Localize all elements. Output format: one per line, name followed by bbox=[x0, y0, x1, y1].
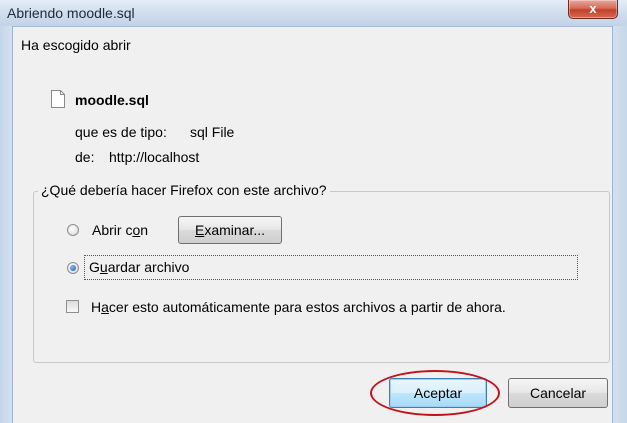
window-frame-right bbox=[612, 26, 627, 423]
save-file-label[interactable]: Guardar archivo bbox=[89, 259, 189, 275]
save-file-label-text: ardar archivo bbox=[107, 259, 190, 275]
save-file-accel-key: u bbox=[99, 259, 108, 275]
browse-accel-key: E bbox=[194, 222, 205, 238]
auto-action-label-head: H bbox=[91, 299, 102, 315]
dialog-window: Abriendo moodle.sql x Ha escogido abrir … bbox=[0, 0, 627, 423]
action-group-legend: ¿Qué debería hacer Firefox con este arch… bbox=[38, 182, 330, 198]
intro-text: Ha escogido abrir bbox=[21, 37, 131, 53]
auto-action-checkbox[interactable] bbox=[66, 300, 79, 313]
file-type-value: sql File bbox=[190, 124, 235, 140]
source-label: de: bbox=[75, 149, 95, 165]
file-type-label: que es de tipo: bbox=[75, 124, 167, 140]
file-name: moodle.sql bbox=[75, 92, 149, 108]
open-with-label[interactable]: Abrir con bbox=[92, 222, 148, 238]
file-icon bbox=[51, 90, 65, 108]
auto-action-label-text: cer esto automáticamente para estos arch… bbox=[108, 299, 506, 315]
accept-button[interactable]: Aceptar bbox=[389, 378, 487, 408]
window-title: Abriendo moodle.sql bbox=[7, 5, 135, 21]
accept-button-label: Aceptar bbox=[413, 385, 463, 401]
source-value: http://localhost bbox=[109, 149, 200, 165]
open-with-label-tail: n bbox=[140, 222, 149, 238]
auto-action-label[interactable]: Hacer esto automáticamente para estos ar… bbox=[91, 299, 506, 315]
browse-button-label: xaminar... bbox=[204, 222, 266, 238]
open-with-label-text: Abrir c bbox=[92, 222, 133, 238]
close-button[interactable]: x bbox=[568, 0, 618, 19]
open-with-radio[interactable] bbox=[67, 224, 79, 236]
cancel-button-label: Cancelar bbox=[529, 385, 587, 401]
close-icon: x bbox=[589, 1, 597, 16]
cancel-button[interactable]: Cancelar bbox=[508, 378, 608, 408]
save-file-label-head: G bbox=[89, 259, 100, 275]
title-bar[interactable]: Abriendo moodle.sql x bbox=[0, 0, 627, 27]
save-file-radio[interactable] bbox=[67, 262, 79, 274]
window-frame-left bbox=[0, 26, 13, 423]
browse-button[interactable]: Examinar... bbox=[178, 216, 282, 244]
auto-action-accel-key: a bbox=[101, 299, 109, 315]
